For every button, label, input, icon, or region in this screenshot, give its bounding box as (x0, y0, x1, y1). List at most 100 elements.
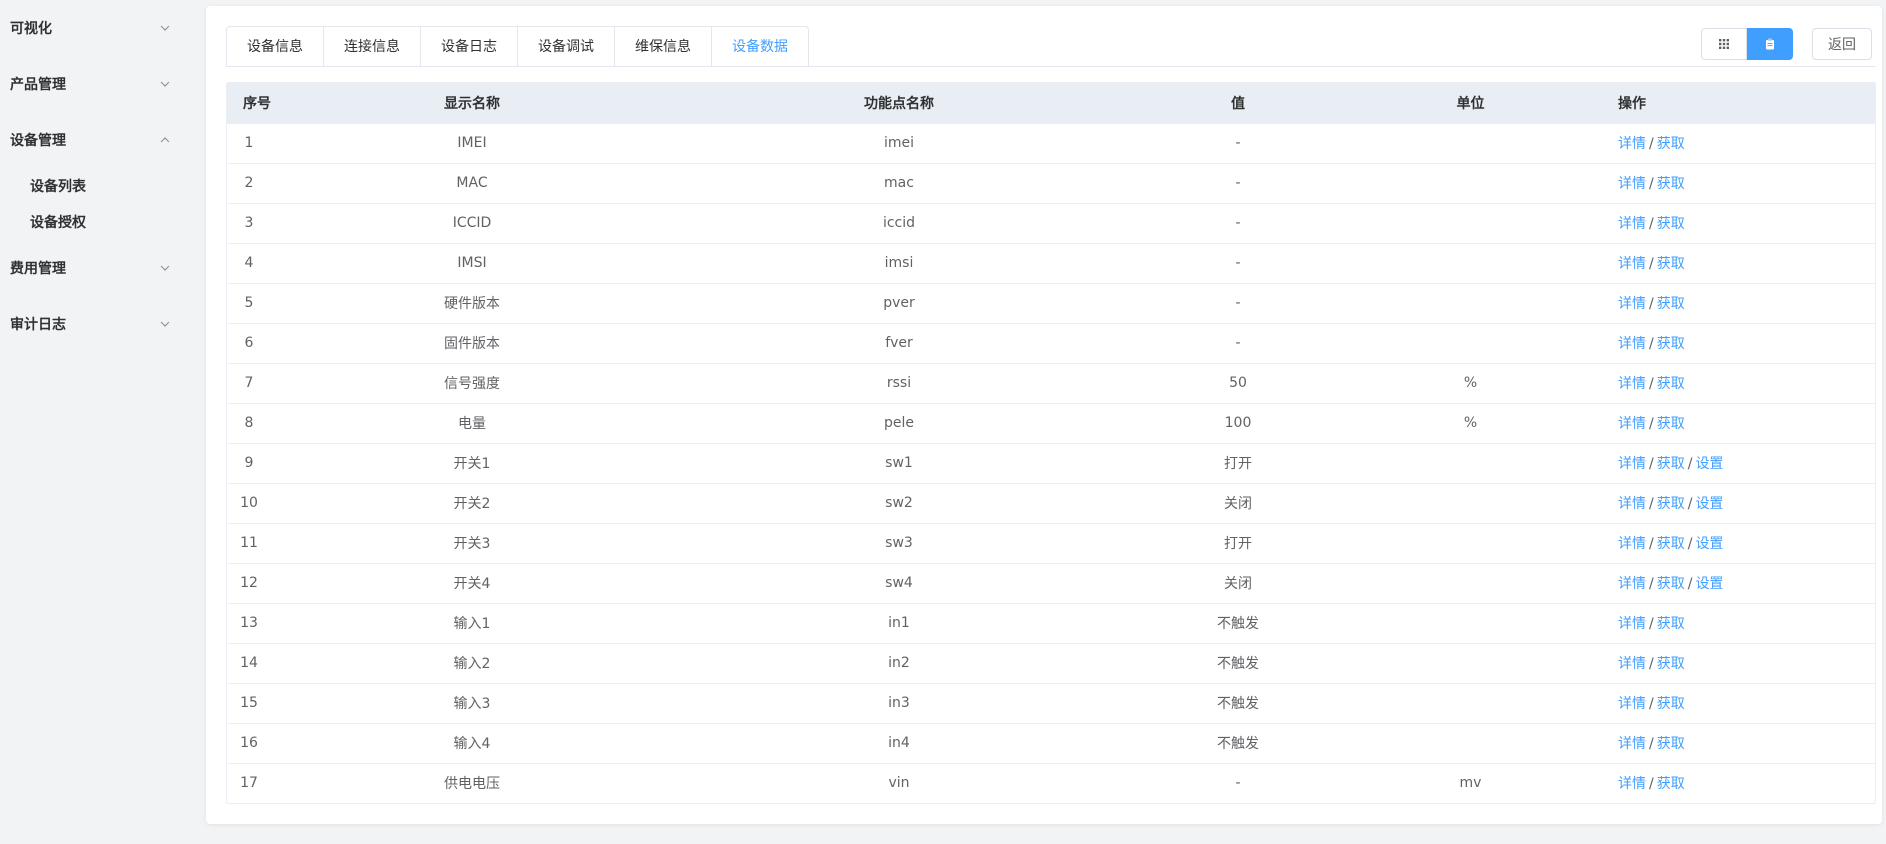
cell-function-name: in4 (657, 723, 1141, 764)
tab-device-log[interactable]: 设备日志 (420, 27, 517, 67)
detail-link[interactable]: 详情 (1618, 696, 1646, 712)
detail-link[interactable]: 详情 (1618, 656, 1646, 672)
menu-group-device-management[interactable]: 设备管理 (0, 112, 196, 168)
cell-function-name: in1 (657, 603, 1141, 644)
fetch-link[interactable]: 获取 (1657, 616, 1685, 632)
table-row: 3 ICCID iccid - 详情 / 获取 (227, 203, 1875, 244)
op-separator: / (1649, 696, 1654, 712)
table-row: 12 开关4 sw4 关闭 详情 / 获取 / 设置 (227, 563, 1875, 604)
sidebar-item-device-list[interactable]: 设备列表 (0, 168, 196, 204)
data-table: 序号 显示名称 功能点名称 值 单位 操作 1 IMEI imei - 详情 / 获取 2 MA… (226, 82, 1876, 804)
main-card: 设备信息 连接信息 设备日志 设备调试 维保信息 设备数据 返回 序号 显示名称… (206, 6, 1882, 824)
back-button[interactable]: 返回 (1812, 28, 1872, 60)
menu-group-product-management[interactable]: 产品管理 (0, 56, 196, 112)
op-separator: / (1649, 456, 1654, 472)
cell-function-name: in3 (657, 683, 1141, 724)
table-row: 6 固件版本 fver - 详情 / 获取 (227, 323, 1875, 364)
op-separator: / (1649, 136, 1654, 152)
detail-link[interactable]: 详情 (1618, 616, 1646, 632)
cell-display-name: 输入2 (287, 643, 657, 684)
cell-display-name: ICCID (287, 203, 657, 244)
fetch-link[interactable]: 获取 (1657, 136, 1685, 152)
menu-group-billing-management[interactable]: 费用管理 (0, 240, 196, 296)
fetch-link[interactable]: 获取 (1657, 296, 1685, 312)
menu-group-label: 费用管理 (10, 261, 66, 277)
op-separator: / (1649, 776, 1654, 793)
cell-unit (1335, 683, 1606, 724)
cell-unit (1335, 123, 1606, 164)
tab-device-data[interactable]: 设备数据 (711, 27, 808, 67)
detail-link[interactable]: 详情 (1618, 296, 1646, 312)
cell-display-name: 电量 (287, 403, 657, 444)
cell-unit (1335, 283, 1606, 324)
cell-display-name: IMEI (287, 123, 657, 164)
cell-index: 13 (227, 603, 287, 644)
cell-value: 50 (1141, 363, 1335, 404)
fetch-link[interactable]: 获取 (1657, 216, 1685, 232)
grid-view-button[interactable] (1701, 28, 1747, 60)
fetch-link[interactable]: 获取 (1657, 656, 1685, 672)
fetch-link[interactable]: 获取 (1657, 456, 1685, 472)
cell-value: 关闭 (1141, 563, 1335, 604)
cell-ops: 详情 / 获取 / 设置 (1606, 523, 1875, 564)
fetch-link[interactable]: 获取 (1657, 496, 1685, 512)
fetch-link[interactable]: 获取 (1657, 336, 1685, 352)
table-row: 11 开关3 sw3 打开 详情 / 获取 / 设置 (227, 523, 1875, 564)
op-separator: / (1649, 496, 1654, 512)
menu-group-label: 产品管理 (10, 77, 66, 93)
detail-link[interactable]: 详情 (1618, 416, 1646, 432)
cell-index: 12 (227, 563, 287, 604)
set-link[interactable]: 设置 (1695, 496, 1723, 512)
cell-index: 9 (227, 443, 287, 484)
tab-connection-info[interactable]: 连接信息 (323, 27, 420, 67)
menu-group-visualization[interactable]: 可视化 (0, 0, 196, 56)
fetch-link[interactable]: 获取 (1657, 576, 1685, 592)
detail-link[interactable]: 详情 (1618, 256, 1646, 272)
menu-group-audit-log[interactable]: 审计日志 (0, 296, 196, 352)
set-link[interactable]: 设置 (1695, 576, 1723, 592)
fetch-link[interactable]: 获取 (1657, 696, 1685, 712)
cell-value: - (1141, 163, 1335, 204)
op-separator: / (1649, 416, 1654, 432)
table-row: 2 MAC mac - 详情 / 获取 (227, 163, 1875, 204)
set-link[interactable]: 设置 (1695, 536, 1723, 552)
cell-ops: 详情 / 获取 (1606, 603, 1875, 644)
list-view-button[interactable] (1747, 28, 1793, 60)
cell-function-name: sw3 (657, 523, 1141, 564)
detail-link[interactable]: 详情 (1618, 376, 1646, 392)
cell-function-name: sw4 (657, 563, 1141, 604)
detail-link[interactable]: 详情 (1618, 496, 1646, 512)
tab-device-debug[interactable]: 设备调试 (517, 27, 614, 67)
detail-link[interactable]: 详情 (1618, 536, 1646, 552)
detail-link[interactable]: 详情 (1618, 216, 1646, 232)
fetch-link[interactable]: 获取 (1657, 416, 1685, 432)
tab-maintenance-info[interactable]: 维保信息 (614, 27, 711, 67)
sidebar-item-device-authorization[interactable]: 设备授权 (0, 204, 196, 240)
fetch-link[interactable]: 获取 (1657, 536, 1685, 552)
cell-index: 2 (227, 163, 287, 204)
detail-link[interactable]: 详情 (1618, 736, 1646, 752)
detail-link[interactable]: 详情 (1618, 576, 1646, 592)
chevron-down-icon (160, 81, 170, 87)
cell-display-name: 输入3 (287, 683, 657, 724)
cell-index: 3 (227, 203, 287, 244)
cell-value: 不触发 (1141, 683, 1335, 724)
detail-link[interactable]: 详情 (1618, 456, 1646, 472)
detail-link[interactable]: 详情 (1618, 136, 1646, 152)
cell-function-name: mac (657, 163, 1141, 204)
fetch-link[interactable]: 获取 (1657, 736, 1685, 752)
menu-group-label: 可视化 (10, 21, 52, 37)
cell-display-name: 开关2 (287, 483, 657, 524)
tab-device-info[interactable]: 设备信息 (227, 27, 323, 67)
fetch-link[interactable]: 获取 (1657, 176, 1685, 192)
detail-link[interactable]: 详情 (1618, 336, 1646, 352)
detail-link[interactable]: 详情 (1618, 176, 1646, 192)
fetch-link[interactable]: 获取 (1657, 376, 1685, 392)
cell-display-name: 供电电压 (444, 776, 500, 793)
fetch-link[interactable]: 获取 (1657, 256, 1685, 272)
fetch-link[interactable]: 获取 (1657, 776, 1685, 792)
cell-index: 5 (227, 283, 287, 324)
cell-ops: 详情 / 获取 (1606, 763, 1875, 803)
set-link[interactable]: 设置 (1695, 456, 1723, 472)
detail-link[interactable]: 详情 (1618, 776, 1646, 792)
